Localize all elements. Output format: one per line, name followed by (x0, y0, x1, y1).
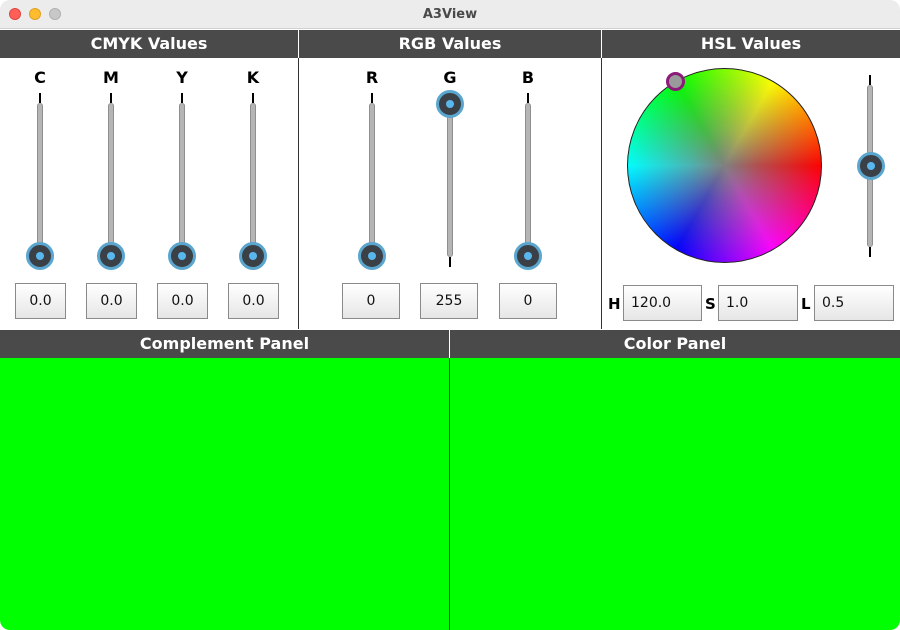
slider-label-c: C (34, 68, 46, 87)
value-field-r[interactable]: 0 (342, 283, 400, 319)
slider-tick (371, 93, 373, 103)
slider-knob-r[interactable] (358, 242, 386, 270)
hsl-label-s: S (705, 295, 716, 313)
hsl-panel-title: HSL Values (602, 30, 900, 58)
slider-track-y[interactable] (179, 103, 185, 255)
cmyk-panel-title: CMYK Values (0, 30, 298, 58)
slider-knob-m[interactable] (97, 242, 125, 270)
slider-track-g[interactable] (447, 105, 453, 257)
value-field-y[interactable]: 0.0 (157, 283, 208, 319)
rgb-panel-title: RGB Values (299, 30, 601, 58)
slider-track-k[interactable] (250, 103, 256, 255)
saturation-field[interactable]: 1.0 (718, 285, 798, 321)
slider-tick (869, 75, 871, 85)
slider-knob-y[interactable] (168, 242, 196, 270)
slider-label-b: B (521, 68, 535, 87)
hsl-label-h: H (608, 295, 621, 313)
lightness-slider-knob[interactable] (857, 152, 885, 180)
slider-knob-g[interactable] (436, 90, 464, 118)
color-panel-title: Color Panel (450, 330, 900, 358)
divider-cmyk-rgb (298, 58, 299, 329)
window-title: A3View (422, 7, 478, 22)
slider-track-b[interactable] (525, 103, 531, 255)
value-field-c[interactable]: 0.0 (15, 283, 66, 319)
slider-tick (252, 93, 254, 103)
hsl-label-l: L (801, 295, 811, 313)
slider-tick (527, 93, 529, 103)
lightness-field[interactable]: 0.5 (814, 285, 894, 321)
complement-color-swatch (0, 358, 449, 630)
divider-rgb-hsl (601, 58, 602, 329)
hue-saturation-color-wheel[interactable] (627, 68, 822, 263)
slider-knob-b[interactable] (514, 242, 542, 270)
slider-tick (181, 93, 183, 103)
slider-tick (39, 93, 41, 103)
slider-tick (110, 93, 112, 103)
app-window: A3View CMYK Values RGB Values HSL Values… (0, 0, 900, 630)
slider-label-y: Y (176, 68, 188, 87)
color-swatch (450, 358, 900, 630)
hue-field[interactable]: 120.0 (623, 285, 702, 321)
value-field-m[interactable]: 0.0 (86, 283, 137, 319)
slider-knob-k[interactable] (239, 242, 267, 270)
title-bar: A3View (0, 0, 900, 29)
complement-panel-title: Complement Panel (0, 330, 449, 358)
value-field-k[interactable]: 0.0 (228, 283, 279, 319)
slider-label-r: R (365, 68, 379, 87)
slider-label-g: G (443, 68, 457, 87)
slider-tick (449, 257, 451, 267)
value-field-g[interactable]: 255 (420, 283, 478, 319)
slider-track-c[interactable] (37, 103, 43, 255)
slider-track-r[interactable] (369, 103, 375, 255)
slider-tick (869, 247, 871, 257)
slider-label-k: K (246, 68, 260, 87)
slider-label-m: M (103, 68, 119, 87)
value-field-b[interactable]: 0 (499, 283, 557, 319)
slider-track-m[interactable] (108, 103, 114, 255)
slider-knob-c[interactable] (26, 242, 54, 270)
color-wheel-selector[interactable] (666, 72, 685, 91)
